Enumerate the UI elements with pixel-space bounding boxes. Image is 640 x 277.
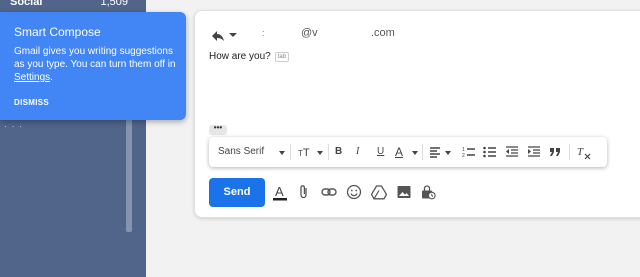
- send-button[interactable]: Send: [209, 178, 265, 207]
- toolbar-divider: [328, 144, 329, 160]
- indent-more-icon[interactable]: [527, 144, 540, 160]
- toolbar-divider: [569, 144, 570, 160]
- tooltip-body-end: .: [50, 72, 53, 83]
- smart-compose-tooltip: Smart Compose Gmail gives you writing su…: [0, 12, 186, 120]
- formatting-toolbar: Sans Serif TT B I U A 12 T: [209, 137, 607, 167]
- toolbar-divider: [290, 144, 291, 160]
- chevron-down-icon[interactable]: [279, 151, 285, 155]
- sidebar-item-count: 1,509: [100, 0, 128, 8]
- dismiss-button[interactable]: DISMISS: [14, 98, 49, 107]
- align-icon[interactable]: [429, 144, 441, 160]
- recipient-name[interactable]: :: [262, 28, 265, 38]
- sidebar-fragment: · · ·: [4, 121, 23, 131]
- photo-icon[interactable]: [396, 184, 412, 200]
- svg-text:T: T: [577, 146, 584, 158]
- emoji-icon[interactable]: [346, 184, 362, 200]
- quote-icon[interactable]: [549, 144, 562, 160]
- toolbar-divider: [422, 144, 423, 160]
- formatting-options-icon[interactable]: A: [272, 184, 288, 201]
- confidential-mode-icon[interactable]: [420, 184, 436, 200]
- indent-less-icon[interactable]: [505, 144, 518, 160]
- italic-button[interactable]: I: [356, 144, 359, 160]
- numbered-list-icon[interactable]: 12: [462, 144, 475, 160]
- svg-text:T: T: [303, 147, 310, 159]
- sidebar-scrollbar[interactable]: [126, 110, 132, 232]
- chevron-down-icon[interactable]: [445, 151, 451, 155]
- sidebar-item-social[interactable]: Social 1,509: [10, 0, 128, 10]
- recipient-address-domain[interactable]: .com: [371, 27, 395, 39]
- underline-button[interactable]: U: [377, 144, 384, 160]
- show-trimmed-content-button[interactable]: •••: [209, 124, 227, 135]
- font-selector[interactable]: Sans Serif: [218, 144, 264, 160]
- remove-formatting-icon[interactable]: T: [577, 144, 591, 160]
- svg-text:A: A: [275, 184, 284, 199]
- settings-link[interactable]: Settings: [14, 72, 50, 83]
- svg-text:2: 2: [462, 153, 465, 159]
- bulleted-list-icon[interactable]: [483, 144, 496, 160]
- drive-icon[interactable]: [370, 184, 388, 200]
- bold-button[interactable]: B: [335, 144, 342, 160]
- recipient-address-user[interactable]: @v: [301, 27, 318, 39]
- reply-type-dropdown[interactable]: [229, 33, 237, 37]
- tooltip-body-text: Gmail gives you writing suggestions as y…: [14, 46, 176, 70]
- text-color-button[interactable]: A: [395, 144, 403, 160]
- chevron-down-icon[interactable]: [317, 151, 323, 155]
- message-body[interactable]: How are you? tab: [209, 51, 290, 62]
- tab-suggestion-chip: tab: [274, 52, 290, 62]
- compose-window: : @v .com How are you? tab ••• Sans Serif…: [194, 10, 640, 218]
- chevron-down-icon[interactable]: [412, 151, 418, 155]
- link-icon[interactable]: [321, 184, 337, 200]
- sidebar-item-label: Social: [10, 0, 43, 8]
- tooltip-title: Smart Compose: [14, 25, 101, 39]
- attach-icon[interactable]: [298, 184, 310, 200]
- text-size-icon[interactable]: TT: [298, 144, 312, 160]
- reply-icon[interactable]: [211, 29, 225, 47]
- tooltip-body: Gmail gives you writing suggestions as y…: [14, 45, 180, 84]
- message-text: How are you?: [209, 51, 271, 62]
